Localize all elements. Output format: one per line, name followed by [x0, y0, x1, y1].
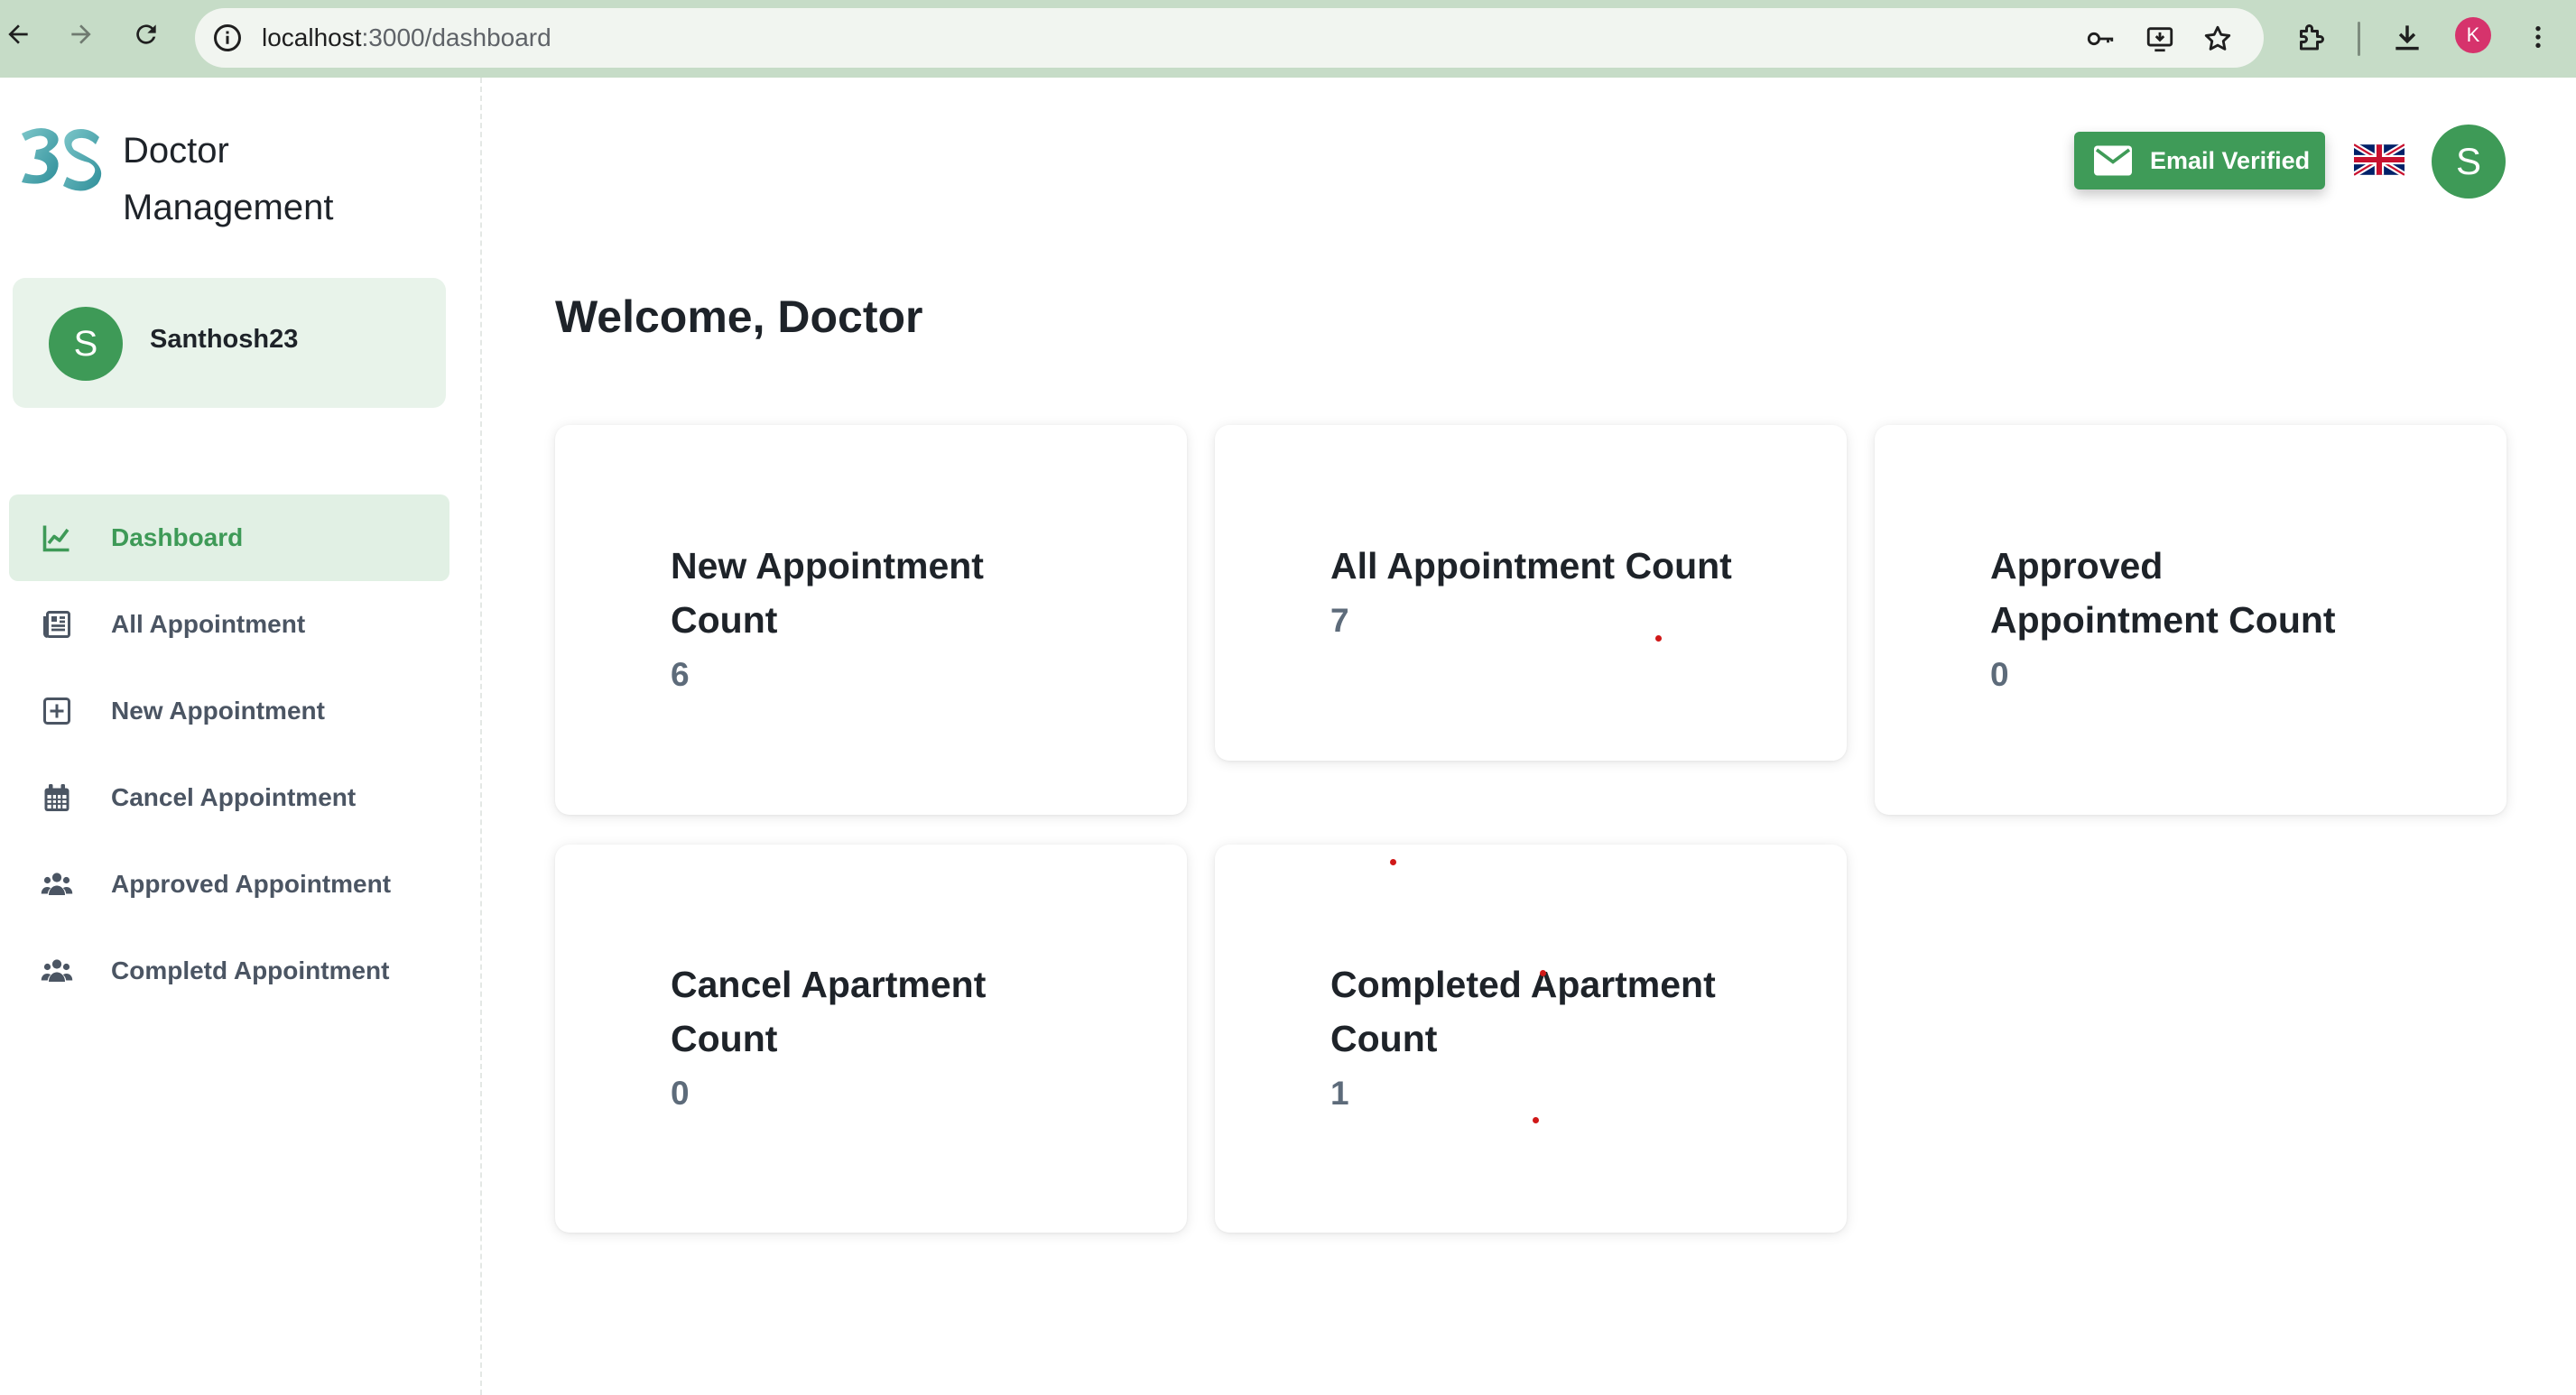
- card-title: Approved Appointment Count: [1990, 539, 2336, 647]
- more-menu-icon[interactable]: [2524, 20, 2553, 54]
- card-value: 6: [671, 656, 690, 693]
- sidebar-item-label: Completd Appointment: [111, 956, 390, 984]
- card-value: 0: [1990, 656, 2009, 693]
- forward-icon[interactable]: [58, 11, 105, 58]
- address-bar[interactable]: localhost:3000/dashboard: [195, 8, 2264, 68]
- newspaper-icon: [43, 611, 70, 638]
- site-info-icon[interactable]: [211, 22, 244, 54]
- brand[interactable]: Doctor Management: [16, 123, 333, 227]
- url-host: localhost: [262, 23, 362, 51]
- card-title: Completed Apartment Count: [1330, 957, 1716, 1066]
- new-appointment-count-card[interactable]: New Appointment Count 6: [555, 425, 1187, 815]
- sidebar-item-approved-appointment[interactable]: Approved Appointment: [9, 841, 449, 928]
- card-value: 7: [1330, 602, 1349, 639]
- user-profile-card[interactable]: S Santhosh23: [13, 278, 446, 408]
- line-chart-icon: [42, 525, 69, 552]
- approved-appointment-count-card[interactable]: Approved Appointment Count 0: [1875, 425, 2507, 815]
- url-text[interactable]: localhost:3000/dashboard: [262, 8, 551, 68]
- toolbar-divider: [2358, 22, 2360, 56]
- install-app-icon[interactable]: [2145, 23, 2175, 54]
- sidebar-item-label: Dashboard: [111, 523, 244, 551]
- users-icon: [41, 959, 73, 982]
- bookmark-star-icon[interactable]: [2202, 23, 2233, 54]
- card-title: All Appointment Count: [1330, 539, 1732, 593]
- card-title-line2: Count: [671, 599, 778, 641]
- card-title-line2: Count: [671, 1018, 778, 1059]
- card-title: Cancel Apartment Count: [671, 957, 986, 1066]
- card-title-line1: Cancel Apartment: [671, 964, 987, 1005]
- card-value: 0: [671, 1075, 690, 1112]
- card-title-line1: All Appointment Count: [1330, 545, 1732, 587]
- card-value: 1: [1330, 1075, 1349, 1112]
- sidebar-nav: Dashboard All Appointment New Appointmen…: [9, 494, 449, 1014]
- avatar: S: [49, 307, 123, 381]
- red-dot-marker: [1390, 859, 1396, 865]
- extensions-puzzle-icon[interactable]: [2294, 22, 2327, 54]
- plus-square-icon: [43, 698, 70, 725]
- users-icon: [41, 873, 73, 895]
- sidebar-item-label: Cancel Appointment: [111, 783, 357, 811]
- browser-profile-avatar[interactable]: K: [2455, 17, 2491, 53]
- card-title-line1: Approved: [1990, 545, 2164, 587]
- mail-icon: [2094, 145, 2132, 176]
- password-key-icon[interactable]: [2085, 23, 2116, 54]
- brand-name-line2: Management: [123, 188, 334, 227]
- calendar-icon: [44, 784, 69, 811]
- card-title-line1: New Appointment: [671, 545, 984, 587]
- download-icon[interactable]: [2390, 20, 2424, 54]
- sidebar-item-completed-appointment[interactable]: Completd Appointment: [9, 928, 449, 1014]
- red-dot-marker: [1533, 1117, 1539, 1123]
- sidebar-item-label: New Appointment: [111, 697, 325, 725]
- email-verified-label: Email Verified: [2150, 147, 2311, 174]
- red-dot-marker: [1655, 635, 1662, 642]
- completed-apartment-count-card[interactable]: Completed Apartment Count 1: [1215, 845, 1847, 1233]
- card-title-line1: Completed Apartment: [1330, 964, 1716, 1005]
- brand-logo-icon: [22, 128, 102, 191]
- all-appointment-count-card[interactable]: All Appointment Count 7: [1215, 425, 1847, 761]
- page-title: Welcome, Doctor: [555, 291, 923, 342]
- back-icon[interactable]: [0, 11, 42, 58]
- email-verified-button[interactable]: Email Verified: [2074, 132, 2325, 189]
- header-avatar[interactable]: S: [2432, 125, 2506, 199]
- cancel-apartment-count-card[interactable]: Cancel Apartment Count 0: [555, 845, 1187, 1233]
- sidebar-item-label: All Appointment: [111, 610, 306, 638]
- reload-icon[interactable]: [123, 11, 170, 58]
- sidebar-item-label: Approved Appointment: [111, 870, 392, 898]
- sidebar-item-dashboard[interactable]: Dashboard: [9, 494, 449, 581]
- brand-name-line1: Doctor: [123, 131, 229, 171]
- url-path: :3000/dashboard: [361, 23, 551, 51]
- user-name: Santhosh23: [150, 325, 299, 354]
- sidebar: Doctor Management S Santhosh23 Dashboard…: [0, 78, 482, 1395]
- card-title: New Appointment Count: [671, 539, 984, 647]
- sidebar-item-all-appointment[interactable]: All Appointment: [9, 581, 449, 668]
- card-title-line2: Appointment Count: [1990, 599, 2336, 641]
- sidebar-item-cancel-appointment[interactable]: Cancel Appointment: [9, 754, 449, 841]
- browser-toolbar: localhost:3000/dashboard K: [0, 0, 2576, 78]
- uk-flag-icon[interactable]: [2354, 141, 2405, 179]
- card-title-line2: Count: [1330, 1018, 1438, 1059]
- sidebar-item-new-appointment[interactable]: New Appointment: [9, 668, 449, 754]
- red-dot-marker: [1540, 970, 1546, 976]
- brand-name: Doctor Management: [123, 123, 394, 236]
